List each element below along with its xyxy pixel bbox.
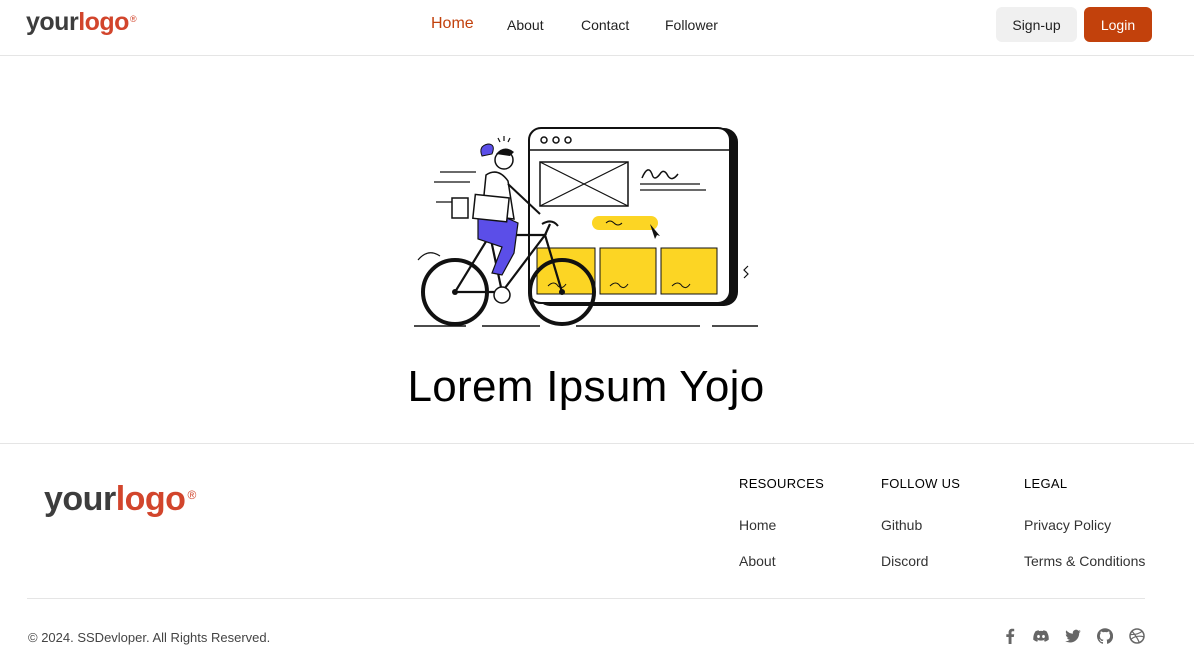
nav-contact-link[interactable]: Contact [581,16,629,34]
footer-heading-follow-us: FOLLOW US [881,476,961,491]
footer-link-terms-conditions[interactable]: Terms & Conditions [1024,552,1145,570]
site-footer: your logo ® RESOURCES Home About FOLLOW US… [0,443,1194,666]
login-button[interactable]: Login [1084,7,1152,42]
nav-follower-link[interactable]: Follower [665,16,718,34]
registered-mark: ® [187,488,196,502]
footer-column-resources: RESOURCES Home About [739,476,824,588]
discord-icon[interactable] [1033,628,1049,644]
copyright-text: © 2024. SSDevloper. All Rights Reserved. [28,630,271,645]
hero-illustration [414,127,758,327]
footer-heading-legal: LEGAL [1024,476,1068,491]
header-logo[interactable]: your logo ® [26,8,137,37]
footer-link-home[interactable]: Home [739,516,824,534]
hero-title: Lorem Ipsum Yojo [407,362,765,411]
footer-link-privacy-policy[interactable]: Privacy Policy [1024,516,1145,534]
footer-link-about[interactable]: About [739,552,824,570]
footer-divider [27,598,1145,599]
logo-text-your: your [44,480,116,518]
logo-text-logo: logo [78,8,129,36]
registered-mark: ® [129,14,137,24]
site-header: your logo ® Home About Contact Follower Si… [0,0,1194,56]
footer-column-follow-us: FOLLOW US Github Discord [881,476,960,588]
github-icon[interactable] [1097,628,1113,644]
footer-heading-resources: RESOURCES [739,476,825,491]
logo-text-logo: logo [115,480,186,518]
yellow-button-shape [592,216,658,230]
logo-text-your: your [26,8,79,36]
footer-column-legal: LEGAL Privacy Policy Terms & Conditions [1024,476,1145,588]
footer-link-github[interactable]: Github [881,516,960,534]
facebook-icon[interactable] [1002,628,1018,644]
nav-about-link[interactable]: About [507,16,544,34]
twitter-icon[interactable] [1065,628,1081,644]
footer-logo[interactable]: your logo ® [44,480,196,519]
footer-link-discord[interactable]: Discord [881,552,960,570]
dribbble-icon[interactable] [1129,628,1145,644]
signup-button[interactable]: Sign-up [996,7,1077,42]
rider-box [472,193,510,223]
nav-home-link[interactable]: Home [431,15,474,33]
